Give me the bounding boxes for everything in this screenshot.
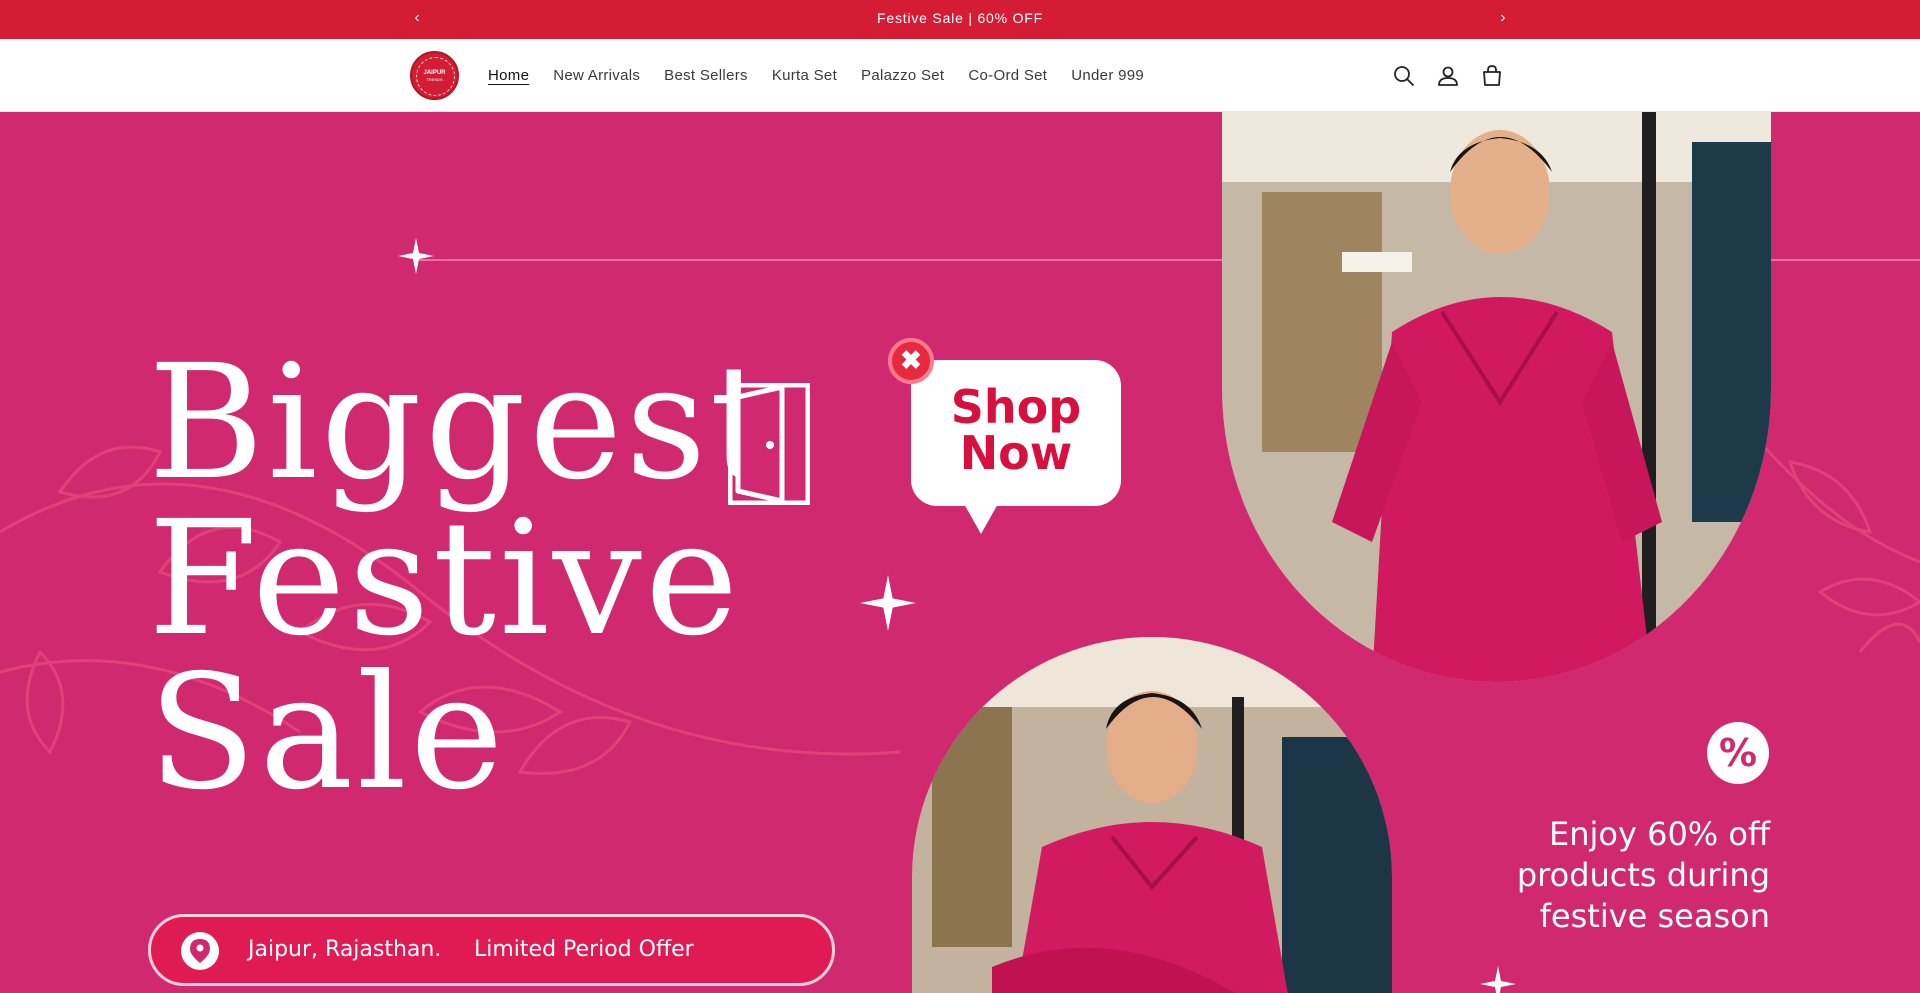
location-pin-icon bbox=[181, 932, 219, 970]
announcement-bar: ‹ Festive Sale | 60% OFF › bbox=[0, 0, 1920, 39]
nav-home[interactable]: Home bbox=[488, 67, 529, 84]
model-photo-top bbox=[1222, 112, 1771, 682]
brand-logo[interactable]: JAIPUR TRENDS bbox=[410, 51, 459, 100]
hero-banner[interactable]: Biggest Festive Sale Shop Now ✖ % Enjoy … bbox=[0, 112, 1920, 993]
percent-badge: % bbox=[1707, 722, 1769, 784]
nav-kurta-set[interactable]: Kurta Set bbox=[772, 67, 837, 84]
account-icon[interactable] bbox=[1435, 63, 1461, 89]
shop-now-button[interactable]: Shop Now bbox=[911, 360, 1121, 534]
headline-line-2: Festive bbox=[148, 487, 742, 671]
promo-line-3: festive season bbox=[1539, 897, 1770, 935]
main-nav: Home New Arrivals Best Sellers Kurta Set… bbox=[488, 39, 1168, 112]
offer-text: Limited Period Offer bbox=[474, 937, 694, 962]
chevron-right-icon[interactable]: › bbox=[1493, 8, 1513, 28]
logo-text: JAIPUR bbox=[423, 70, 446, 76]
site-header: JAIPUR TRENDS Home New Arrivals Best Sel… bbox=[0, 39, 1920, 112]
nav-best-sellers[interactable]: Best Sellers bbox=[664, 67, 748, 84]
cart-icon[interactable] bbox=[1479, 63, 1505, 89]
headline-line-1: Biggest bbox=[148, 331, 777, 515]
sparkle-icon bbox=[1480, 966, 1516, 993]
door-icon bbox=[728, 383, 810, 505]
logo-subtext: TRENDS bbox=[426, 77, 443, 82]
shop-now-label: Shop Now bbox=[950, 380, 1082, 480]
announcement-text: Festive Sale | 60% OFF bbox=[877, 10, 1043, 26]
location-offer-pill: Jaipur, Rajasthan. Limited Period Offer bbox=[148, 914, 835, 986]
location-text: Jaipur, Rajasthan. bbox=[248, 937, 442, 962]
sparkle-icon bbox=[398, 238, 434, 274]
nav-under-999[interactable]: Under 999 bbox=[1071, 67, 1144, 84]
promo-line-2: products during bbox=[1516, 856, 1770, 894]
nav-palazzo-set[interactable]: Palazzo Set bbox=[861, 67, 944, 84]
nav-co-ord-set[interactable]: Co-Ord Set bbox=[968, 67, 1047, 84]
promo-text: Enjoy 60% off products during festive se… bbox=[1470, 814, 1770, 937]
close-icon: ✖ bbox=[888, 338, 934, 384]
nav-new-arrivals[interactable]: New Arrivals bbox=[553, 67, 640, 84]
sparkle-icon bbox=[860, 575, 916, 631]
headline-line-3: Sale bbox=[148, 641, 507, 825]
search-icon[interactable] bbox=[1391, 63, 1417, 89]
promo-line-1: Enjoy 60% off bbox=[1549, 815, 1770, 853]
